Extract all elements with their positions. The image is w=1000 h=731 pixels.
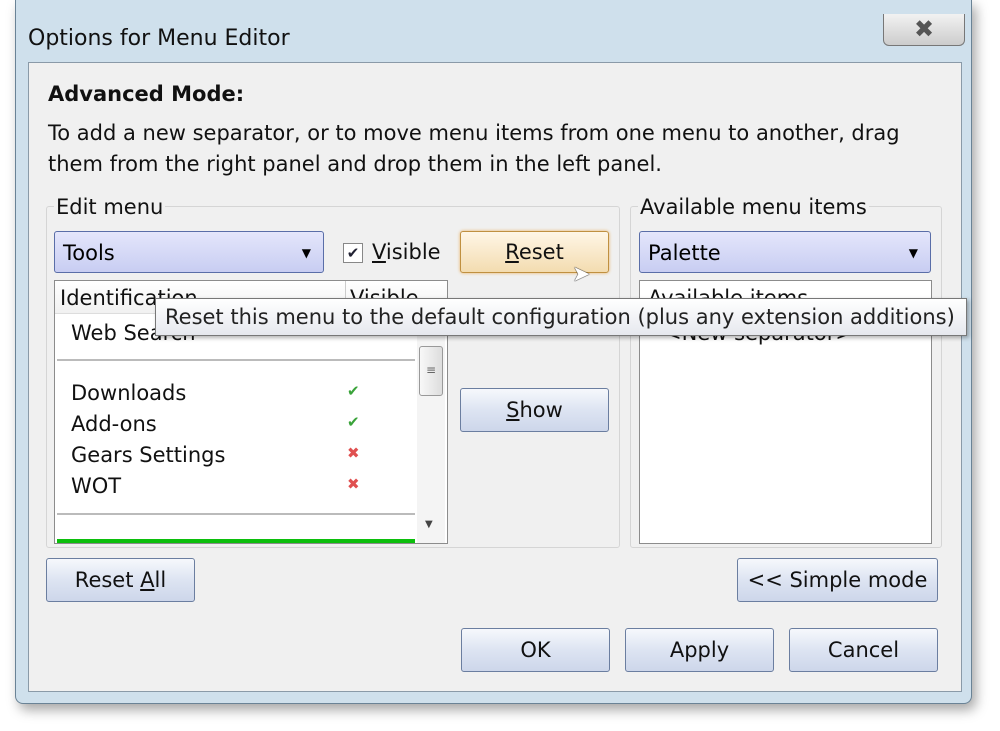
visible-label: Visible (372, 240, 441, 264)
intro-line-1: To add a new separator, or to move menu … (48, 121, 900, 145)
cross-icon: ✖ (347, 475, 360, 493)
close-icon: ✖ (913, 15, 935, 43)
reset-all-button[interactable]: Reset All (46, 558, 195, 602)
edit-menu-label: Edit menu (54, 195, 166, 219)
check-icon: ✔ (347, 382, 360, 400)
tooltip: Reset this menu to the default configura… (155, 298, 967, 336)
scroll-down-icon[interactable]: ▼ (425, 519, 433, 530)
list-item[interactable]: Gears Settings (71, 443, 225, 467)
edit-menu-select[interactable]: Tools ▼ (54, 231, 324, 273)
available-label: Available menu items (638, 195, 869, 219)
intro-line-2: them from the right panel and drop them … (48, 152, 662, 176)
available-menu-select[interactable]: Palette ▼ (639, 231, 931, 273)
mouse-cursor-icon: ➤ (572, 262, 591, 287)
simple-mode-button[interactable]: << Simple mode (737, 558, 938, 602)
cancel-button[interactable]: Cancel (789, 628, 938, 672)
scrollbar[interactable]: ≡ ▼ (417, 313, 445, 543)
separator (57, 513, 415, 515)
list-item[interactable]: Downloads (71, 381, 186, 405)
scrollbar-thumb[interactable]: ≡ (419, 346, 443, 396)
selected-row[interactable] (57, 539, 415, 543)
apply-button[interactable]: Apply (625, 628, 774, 672)
edit-menu-value: Tools (63, 241, 115, 265)
available-menu-value: Palette (648, 241, 721, 265)
list-item[interactable]: Add-ons (71, 412, 157, 436)
list-item[interactable]: WOT (71, 474, 121, 498)
visible-checkbox[interactable]: ✔ (343, 243, 363, 263)
chevron-down-icon: ▼ (908, 246, 918, 260)
ok-button[interactable]: OK (461, 628, 610, 672)
check-icon: ✔ (347, 413, 360, 431)
cross-icon: ✖ (347, 444, 360, 462)
close-button[interactable]: ✖ (883, 14, 965, 46)
window-title: Options for Menu Editor (28, 26, 290, 51)
chevron-down-icon: ▼ (301, 246, 311, 260)
separator (57, 359, 415, 361)
mode-heading: Advanced Mode: (48, 82, 245, 106)
show-button[interactable]: Show (460, 388, 609, 432)
